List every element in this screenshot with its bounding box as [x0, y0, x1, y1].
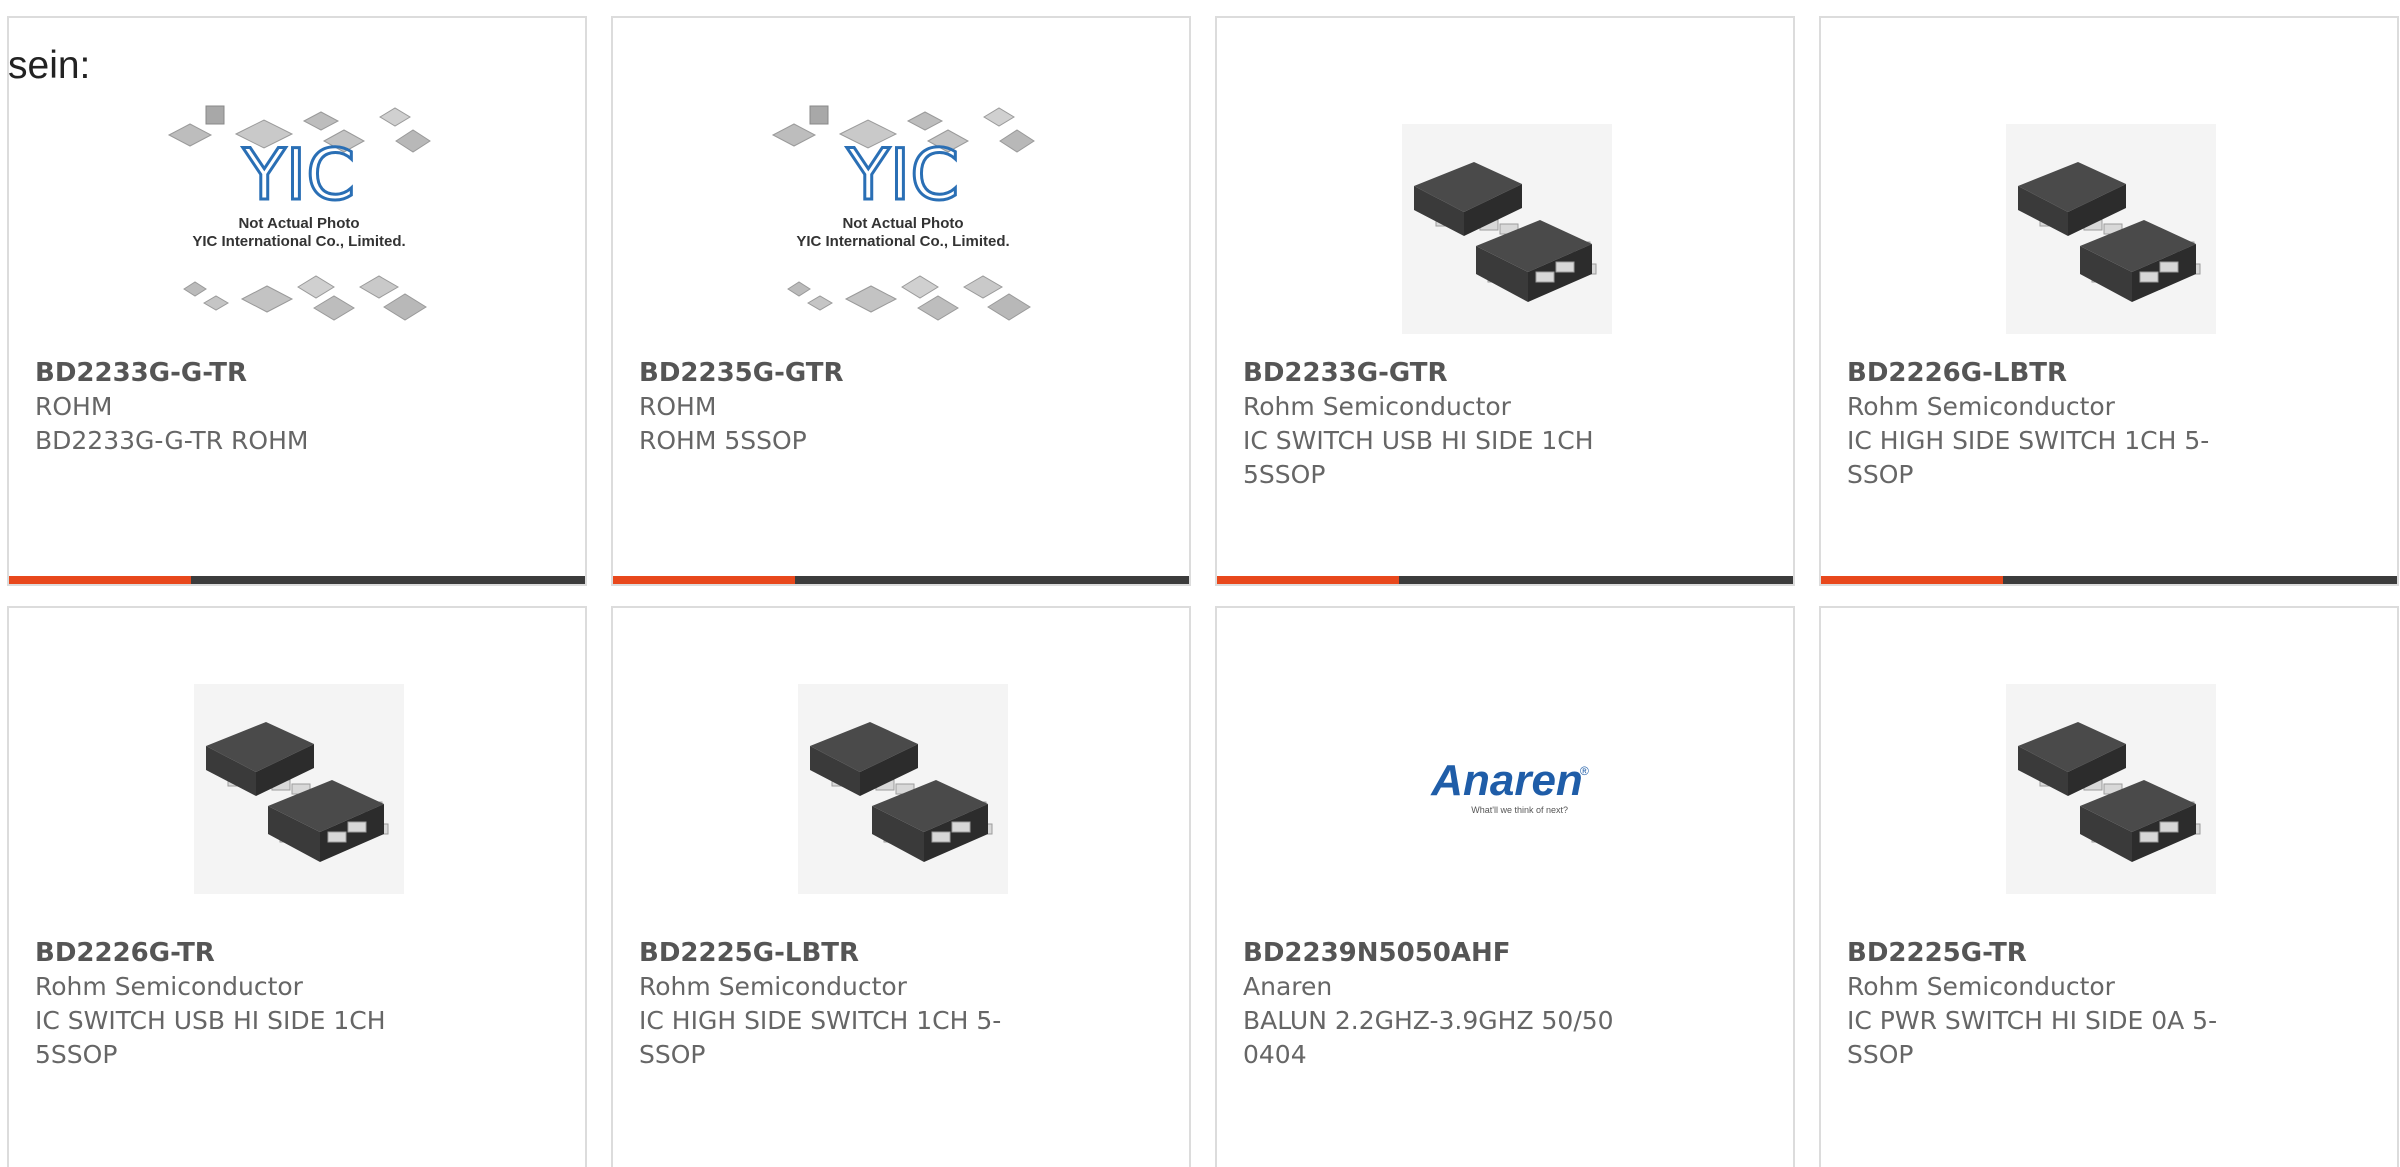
part-number-link[interactable]: BD2233G-G-TR — [35, 356, 455, 390]
part-number-link[interactable]: BD2239N5050AHF — [1243, 936, 1663, 970]
anaren-wordmark: Anaren — [1430, 756, 1583, 805]
ssop-chip-image — [798, 684, 1008, 894]
placeholder-image: YICNot Actual PhotoYIC International Co.… — [167, 105, 431, 321]
manufacturer-name: Rohm Semiconductor — [1243, 392, 1511, 421]
product-description: IC HIGH SIDE SWITCH 1CH 5- SSOP — [639, 1006, 1002, 1069]
part-number-link[interactable]: BD2235G-GTR — [639, 356, 1059, 390]
manufacturer-name: Rohm Semiconductor — [1847, 972, 2115, 1001]
bar-dark-segment — [2003, 576, 2397, 584]
product-card[interactable]: BD2226G-LBTR Rohm Semiconductor IC HIGH SI… — [1819, 16, 2399, 586]
product-card[interactable]: BD2225G-LBTR Rohm Semiconductor IC HIGH SI… — [611, 606, 1191, 1167]
card-hover-bar — [1217, 576, 1793, 584]
product-description: IC SWITCH USB HI SIDE 1CH 5SSOP — [1243, 426, 1594, 489]
ssop-chip-image — [194, 684, 404, 894]
part-number-link[interactable]: BD2225G-TR — [1847, 936, 2267, 970]
product-image[interactable] — [9, 664, 585, 914]
ssop-chip-image — [1402, 124, 1612, 334]
anaren-tagline: What'll we think of next? — [1471, 805, 1568, 815]
product-description: BD2233G-G-TR ROHM — [35, 426, 309, 455]
part-number-link[interactable]: BD2233G-GTR — [1243, 356, 1663, 390]
card-hover-bar — [9, 576, 585, 584]
bar-accent-segment — [9, 576, 191, 584]
placeholder-caption-2: YIC International Co., Limited. — [192, 233, 405, 250]
manufacturer-name: Rohm Semiconductor — [639, 972, 907, 1001]
bar-accent-segment — [1217, 576, 1399, 584]
product-description: IC PWR SWITCH HI SIDE 0A 5- SSOP — [1847, 1006, 2218, 1069]
placeholder-caption-1: Not Actual Photo — [842, 215, 963, 232]
product-image[interactable]: YIC Not Actual Photo YIC International Co.… — [613, 94, 1189, 364]
product-info: BD2239N5050AHF Anaren BALUN 2.2GHZ-3.9GHZ … — [1243, 936, 1663, 1072]
manufacturer-name: Rohm Semiconductor — [1847, 392, 2115, 421]
product-info: BD2225G-TR Rohm Semiconductor IC PWR SWITC… — [1847, 936, 2267, 1072]
manufacturer-name: ROHM — [639, 392, 717, 421]
product-image[interactable]: Anaren ® What'll we think of next? — [1217, 664, 1793, 914]
product-info: BD2233G-G-TR ROHM BD2233G-G-TR ROHM — [35, 356, 455, 458]
product-image[interactable]: YIC Not Actual Photo YIC International Co.… — [9, 94, 585, 364]
product-image[interactable] — [1217, 94, 1793, 364]
product-description: IC SWITCH USB HI SIDE 1CH 5SSOP — [35, 1006, 386, 1069]
yic-logo: YIC — [242, 134, 355, 216]
product-description: ROHM 5SSOP — [639, 426, 807, 455]
product-card[interactable]: Anaren ® What'll we think of next? BD2239N5… — [1215, 606, 1795, 1167]
manufacturer-name: Anaren — [1243, 972, 1333, 1001]
bar-accent-segment — [1821, 576, 2003, 584]
registered-mark: ® — [1580, 764, 1589, 778]
part-number-link[interactable]: BD2225G-LBTR — [639, 936, 1059, 970]
product-card[interactable]: BD2226G-TR Rohm Semiconductor IC SWITCH US… — [7, 606, 587, 1167]
part-number-link[interactable]: BD2226G-TR — [35, 936, 455, 970]
bar-dark-segment — [1399, 576, 1793, 584]
product-card[interactable]: BD2225G-TR Rohm Semiconductor IC PWR SWITC… — [1819, 606, 2399, 1167]
product-info: BD2226G-TR Rohm Semiconductor IC SWITCH US… — [35, 936, 455, 1072]
product-card[interactable]: BD2233G-GTR Rohm Semiconductor IC SWITCH U… — [1215, 16, 1795, 586]
product-info: BD2225G-LBTR Rohm Semiconductor IC HIGH SI… — [639, 936, 1059, 1072]
product-image[interactable] — [1821, 94, 2397, 364]
ssop-chip-image — [2006, 684, 2216, 894]
product-card[interactable]: YIC Not Actual Photo YIC International Co.… — [7, 16, 587, 586]
bar-dark-segment — [191, 576, 585, 584]
manufacturer-name: Rohm Semiconductor — [35, 972, 303, 1001]
product-info: BD2235G-GTR ROHM ROHM 5SSOP — [639, 356, 1059, 458]
product-grid-page: sein: YIC Not Actual Photo YIC Internation… — [0, 0, 2400, 1167]
card-hover-bar — [1821, 576, 2397, 584]
product-description: BALUN 2.2GHZ-3.9GHZ 50/50 0404 — [1243, 1006, 1614, 1069]
placeholder-caption-2: YIC International Co., Limited. — [796, 233, 1009, 250]
yic-logo: YIC — [846, 134, 959, 216]
product-info: BD2233G-GTR Rohm Semiconductor IC SWITCH U… — [1243, 356, 1663, 492]
product-card[interactable]: YIC Not Actual Photo YIC International Co.… — [611, 16, 1191, 586]
bar-accent-segment — [613, 576, 795, 584]
manufacturer-name: ROHM — [35, 392, 113, 421]
placeholder-image: YICNot Actual PhotoYIC International Co.… — [771, 105, 1035, 321]
anaren-logo: Anaren® What'll we think of next? — [1430, 756, 1589, 815]
part-number-link[interactable]: BD2226G-LBTR — [1847, 356, 2267, 390]
product-info: BD2226G-LBTR Rohm Semiconductor IC HIGH SI… — [1847, 356, 2267, 492]
product-image[interactable] — [1821, 664, 2397, 914]
product-image[interactable] — [613, 664, 1189, 914]
lead-text: sein: — [8, 44, 91, 87]
ssop-chip-image — [2006, 124, 2216, 334]
bar-dark-segment — [795, 576, 1189, 584]
product-description: IC HIGH SIDE SWITCH 1CH 5- SSOP — [1847, 426, 2210, 489]
placeholder-caption-1: Not Actual Photo — [238, 215, 359, 232]
card-hover-bar — [613, 576, 1189, 584]
